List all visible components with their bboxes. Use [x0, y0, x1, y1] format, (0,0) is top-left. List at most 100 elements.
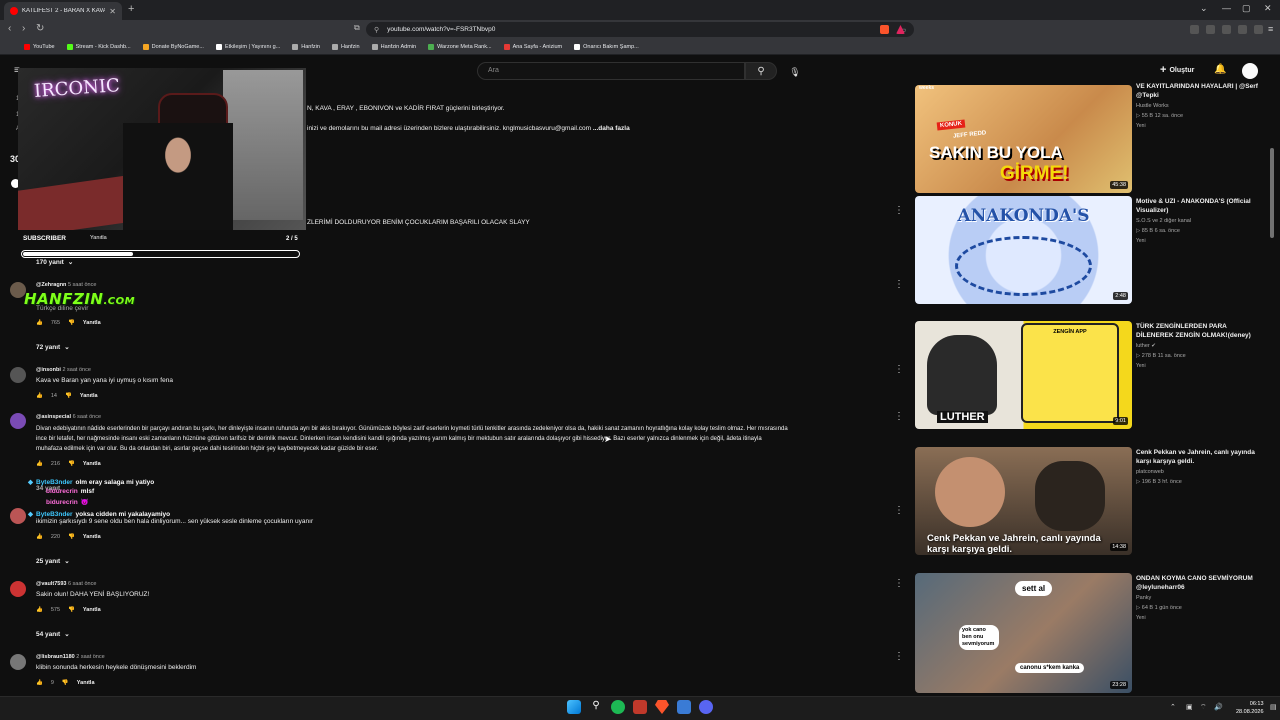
url-bar[interactable]: ⚲ youtube.com/watch?v=-FSR3TNbvp0 ▭	[366, 22, 914, 37]
forward-button[interactable]: ›	[22, 23, 25, 34]
reply-button[interactable]: Yanıtla	[90, 235, 107, 241]
like-icon[interactable]: 👍	[36, 680, 43, 686]
tray-app-icon[interactable]: ▣	[1186, 703, 1193, 711]
video-thumbnail[interactable]: sett al yok cano ben onu sevmiyorum cano…	[915, 573, 1132, 693]
comment-author[interactable]: @asinspecial	[36, 414, 71, 420]
tray-chevron-icon[interactable]: ⌃	[1170, 703, 1176, 711]
discord-icon[interactable]	[699, 700, 713, 714]
reply-button[interactable]: Yanıtla	[83, 461, 101, 467]
video-title[interactable]: VE KAYITLARINDAN HAYALARI | @Serf @Tepki	[1136, 82, 1260, 102]
view-replies-button[interactable]: 25 yanıt ⌄	[36, 557, 70, 566]
like-icon[interactable]: 👍	[36, 607, 43, 613]
volume-icon[interactable]: 🔊	[1214, 703, 1223, 711]
comment-author[interactable]: @lisbraun1180	[36, 654, 75, 660]
reload-button[interactable]: ↻	[36, 23, 44, 34]
search-button[interactable]: ⚲	[745, 62, 777, 80]
reply-button[interactable]: Yanıtla	[83, 320, 101, 326]
bookmark-item[interactable]: Etkileşim | Yayınını g...	[215, 44, 280, 50]
video-channel[interactable]: platconweb	[1136, 469, 1164, 475]
view-replies-button[interactable]: 170 yanıt ⌄	[36, 258, 73, 267]
reply-button[interactable]: Yanıtla	[80, 393, 98, 399]
video-thumbnail[interactable]: Cenk Pekkan ve Jahrein, canlı yayında ka…	[915, 447, 1132, 555]
show-more-link[interactable]: ...daha fazla	[593, 125, 630, 132]
comment-menu-icon[interactable]: ⋮	[894, 578, 904, 589]
comment-menu-icon[interactable]: ⋮	[894, 279, 904, 290]
brave-shields-icon[interactable]	[880, 25, 889, 34]
comment-author[interactable]: @vault7593	[36, 581, 66, 587]
comment-menu-icon[interactable]: ⋮	[894, 651, 904, 662]
search-input[interactable]: Ara	[477, 62, 745, 80]
menu-icon[interactable]: ≡	[1268, 24, 1273, 34]
bookmark-item[interactable]: Stream - Kick Dashb...	[66, 44, 131, 50]
reply-button[interactable]: Yanıtla	[77, 680, 95, 686]
dislike-icon[interactable]: 👎	[62, 680, 69, 686]
tab-search-icon[interactable]: ⌄	[1200, 3, 1208, 14]
page-scrollbar[interactable]	[1270, 148, 1274, 238]
comment-author[interactable]: @Zehragnn	[36, 282, 66, 288]
video-title[interactable]: TÜRK ZENGİNLERDEN PARA DİLENEREK ZENGİN …	[1136, 322, 1260, 340]
minimize-button[interactable]: —	[1222, 3, 1231, 13]
like-icon[interactable]: 👍	[36, 320, 43, 326]
video-thumbnail[interactable]: LUTHER ZENGİN APP 9:01	[915, 321, 1132, 429]
reading-list-icon[interactable]	[1206, 25, 1215, 34]
video-title[interactable]: ONDAN KOYMA CANO SEVMİYORUM @leyluneharr…	[1136, 574, 1260, 592]
start-menu-icon[interactable]	[567, 700, 581, 714]
dislike-icon[interactable]: 👎	[68, 534, 75, 540]
view-replies-button[interactable]: 72 yanıt ⌄	[36, 343, 70, 352]
comment-menu-icon[interactable]: ⋮	[894, 505, 904, 516]
comment-menu-icon[interactable]: ⋮	[894, 411, 904, 422]
video-thumbnail[interactable]: ANAKONDA'S 2:48	[915, 196, 1132, 304]
account-avatar[interactable]	[1242, 63, 1258, 79]
bookmark-item[interactable]: Ana Sayfa - Anizium	[503, 44, 562, 50]
like-icon[interactable]: 👍	[36, 393, 43, 399]
bookmark-item[interactable]: Onarıcı Bakım Şamp...	[574, 44, 639, 50]
video-channel[interactable]: Panky	[1136, 595, 1151, 601]
taskbar-search-icon[interactable]: ⚲	[589, 700, 603, 714]
extensions-icon[interactable]	[1222, 25, 1231, 34]
bookmark-item[interactable]: YouTube	[24, 44, 55, 50]
back-button[interactable]: ‹	[8, 23, 11, 34]
create-button[interactable]: + Oluştur	[1160, 64, 1194, 76]
close-window-button[interactable]: ✕	[1264, 3, 1272, 14]
video-title[interactable]: Motive & UZI - ANAKONDA'S (Official Visu…	[1136, 197, 1260, 215]
profile-icon[interactable]	[1254, 25, 1263, 34]
maximize-button[interactable]: ▢	[1242, 3, 1251, 14]
video-channel[interactable]: S.O.S ve 2 diğer kanal	[1136, 218, 1191, 224]
dislike-icon[interactable]: 👎	[68, 461, 75, 467]
wifi-icon[interactable]: ⌔	[1200, 703, 1207, 712]
comment-author[interactable]: @insonbi	[36, 367, 61, 373]
comment-avatar[interactable]	[10, 654, 26, 670]
translate-link[interactable]: Türkçe diline çevir	[36, 305, 88, 312]
reply-button[interactable]: Yanıtla	[83, 607, 101, 613]
bookmark-page-icon[interactable]: ⧉	[354, 23, 360, 33]
bookmark-item[interactable]: Hanfzin Admin	[371, 44, 416, 50]
reply-button[interactable]: Yanıtla	[83, 534, 101, 540]
comment-menu-icon[interactable]: ⋮	[894, 205, 904, 216]
bookmark-item[interactable]: Warzone Meta Rank...	[428, 44, 492, 50]
bookmark-item[interactable]: Hanfzin	[331, 44, 360, 50]
system-clock[interactable]: 06:13 28.08.2026	[1236, 700, 1264, 716]
dislike-icon[interactable]: 👎	[68, 607, 75, 613]
sidebar-toggle-icon[interactable]	[1190, 25, 1199, 34]
video-thumbnail[interactable]: weeks KONUK JEFF REDD SAKIN BU YOLA GİRM…	[915, 85, 1132, 193]
browser-tab[interactable]: KATLİFEST 2 - BARAN X KAVA X ... ✕	[4, 2, 122, 20]
new-tab-button[interactable]: +	[128, 3, 134, 15]
video-title[interactable]: Cenk Pekkan ve Jahrein, canlı yayında ka…	[1136, 448, 1260, 466]
comment-avatar[interactable]	[10, 367, 26, 383]
spotify-icon[interactable]	[611, 700, 625, 714]
view-replies-button[interactable]: 54 yanıt ⌄	[36, 630, 70, 639]
dislike-icon[interactable]: 👎	[65, 393, 72, 399]
video-channel[interactable]: luther ✔	[1136, 343, 1156, 349]
like-icon[interactable]: 👍	[36, 534, 43, 540]
notifications-bell-icon[interactable]: 🔔	[1214, 64, 1226, 75]
media-app-icon[interactable]	[633, 700, 647, 714]
video-channel[interactable]: Hustle Works	[1136, 103, 1169, 109]
network-app-icon[interactable]	[677, 700, 691, 714]
site-info-icon[interactable]: ⚲	[374, 26, 379, 34]
bookmark-item[interactable]: Donate ByNoGame...	[142, 44, 204, 50]
comment-avatar[interactable]	[10, 581, 26, 597]
dislike-icon[interactable]: 👎	[68, 320, 75, 326]
like-icon[interactable]: 👍	[36, 461, 43, 467]
notification-center-icon[interactable]: ▤	[1270, 703, 1277, 711]
comment-menu-icon[interactable]: ⋮	[894, 364, 904, 375]
